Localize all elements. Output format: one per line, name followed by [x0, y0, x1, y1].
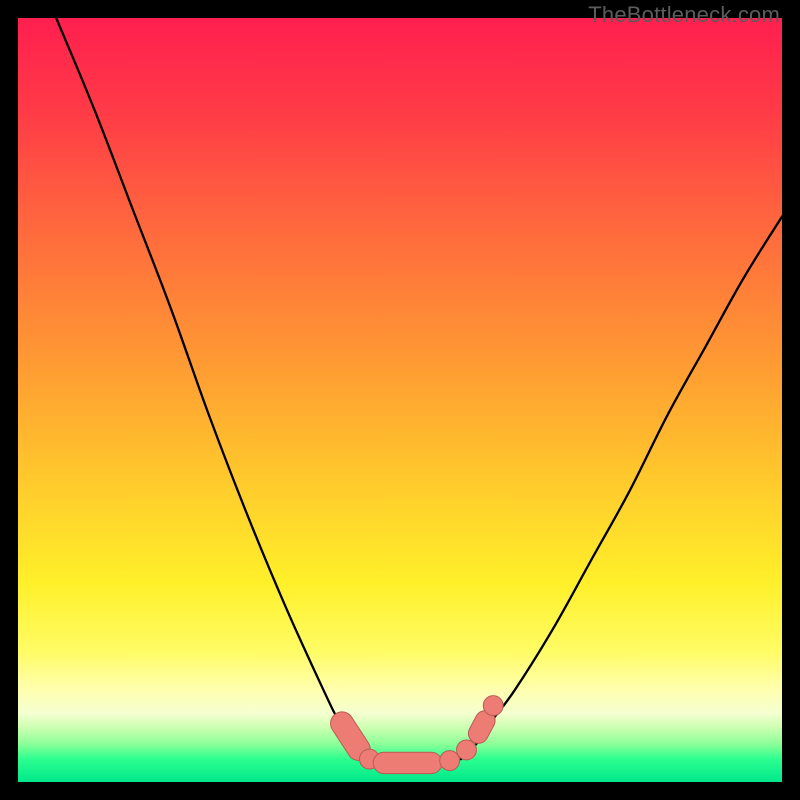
curve-left-branch	[56, 18, 369, 759]
curve-overlay	[18, 18, 782, 782]
outer-frame: TheBottleneck.com	[0, 0, 800, 800]
marker-circle-6	[483, 696, 503, 716]
marker-capsule-2	[373, 752, 442, 773]
curve-right-branch	[461, 217, 782, 759]
watermark-label: TheBottleneck.com	[588, 2, 780, 28]
marker-circle-3	[440, 751, 460, 771]
marker-circle-4	[457, 740, 477, 760]
